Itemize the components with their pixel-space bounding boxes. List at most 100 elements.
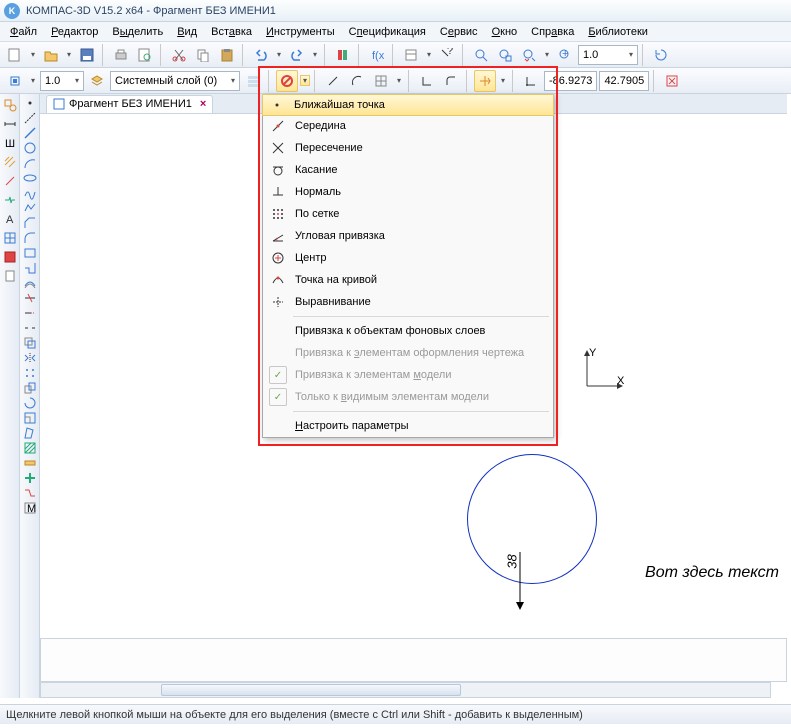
macro-tool[interactable]: M (23, 501, 37, 515)
notation-tool[interactable]: Ш (1, 134, 19, 152)
array-tool[interactable] (23, 366, 37, 380)
layers-list-button[interactable] (242, 70, 264, 92)
grid-dropdown[interactable]: ▾ (394, 76, 404, 85)
snap-center[interactable]: Центр (263, 247, 553, 269)
lib-button[interactable] (332, 44, 354, 66)
snap-toggle-button[interactable] (276, 70, 298, 92)
cut-button[interactable] (168, 44, 190, 66)
rotate-tool[interactable] (23, 396, 37, 410)
snap-nearest-point[interactable]: Ближайшая точка (262, 94, 554, 116)
coord-button[interactable] (520, 70, 542, 92)
text-tool[interactable]: A (1, 210, 19, 228)
menu-libs[interactable]: Библиотеки (582, 24, 654, 40)
snap-normal[interactable]: Нормаль (263, 181, 553, 203)
coord-y-field[interactable]: 42.7905 (599, 71, 649, 91)
extend-tool[interactable] (23, 306, 37, 320)
menu-edit[interactable]: Редактор (45, 24, 104, 40)
properties-button[interactable] (400, 44, 422, 66)
properties-dropdown[interactable]: ▾ (424, 50, 434, 59)
round-button[interactable] (440, 70, 462, 92)
horizontal-scrollbar[interactable] (40, 682, 771, 698)
dimension-tool[interactable] (1, 115, 19, 133)
arc-tool-2[interactable] (23, 156, 37, 170)
coord-x-field[interactable]: -86.9273 (544, 71, 597, 91)
redo-dropdown[interactable]: ▾ (310, 50, 320, 59)
table-tool[interactable] (1, 229, 19, 247)
layer-combo[interactable]: Системный слой (0) ▾ (110, 71, 240, 91)
break-line-tool[interactable] (23, 321, 37, 335)
measurement-tool[interactable] (23, 456, 37, 470)
menu-help[interactable]: Справка (525, 24, 580, 40)
annotation-text[interactable]: Вот здесь текст (645, 564, 779, 582)
menu-tools[interactable]: Инструменты (260, 24, 341, 40)
geometry-tool[interactable] (1, 96, 19, 114)
insert-tool[interactable] (23, 471, 37, 485)
axis-tool[interactable] (1, 172, 19, 190)
polyline-tool[interactable] (23, 201, 37, 215)
point-tool[interactable] (23, 96, 37, 110)
zoom-dropdown[interactable]: ▾ (542, 50, 552, 59)
anchor-button[interactable] (4, 70, 26, 92)
mirror-tool[interactable] (23, 351, 37, 365)
save-button[interactable] (76, 44, 98, 66)
fillet-tool[interactable] (23, 231, 37, 245)
arc-tool-button[interactable] (346, 70, 368, 92)
scrollbar-thumb[interactable] (161, 684, 461, 696)
menu-service[interactable]: Сервис (434, 24, 484, 40)
trim-tool[interactable] (23, 291, 37, 305)
zoom-dynamic-button[interactable] (518, 44, 540, 66)
rect-tool[interactable] (23, 246, 37, 260)
help-arrow-button[interactable]: ? (436, 44, 458, 66)
line-tool-button[interactable] (322, 70, 344, 92)
copy-tool[interactable] (23, 381, 37, 395)
ellipse-tool[interactable] (23, 171, 37, 185)
snap-dropdown[interactable]: ▾ (300, 75, 310, 86)
snap-angle[interactable]: Угловая привязка (263, 225, 553, 247)
menu-insert[interactable]: Вставка (205, 24, 258, 40)
open-dropdown[interactable]: ▾ (64, 50, 74, 59)
vars-button[interactable]: f(x) (366, 44, 388, 66)
menu-file[interactable]: Файл (4, 24, 43, 40)
snap-intersection[interactable]: Пересечение (263, 137, 553, 159)
redo-button[interactable] (286, 44, 308, 66)
menu-select[interactable]: Выделить (106, 24, 169, 40)
document-tab[interactable]: Фрагмент БЕЗ ИМЕНИ1 × (46, 95, 213, 113)
offset-tool[interactable] (23, 336, 37, 350)
refresh-button[interactable] (650, 44, 672, 66)
menu-view[interactable]: Вид (171, 24, 203, 40)
zoom-all-button[interactable] (470, 44, 492, 66)
hatch-tool[interactable] (1, 153, 19, 171)
scale-tool[interactable] (23, 411, 37, 425)
deform-tool[interactable] (23, 426, 37, 440)
hatch-tool-2[interactable] (23, 441, 37, 455)
new-button[interactable] (4, 44, 26, 66)
circle-tool[interactable] (23, 141, 37, 155)
segment-tool[interactable] (23, 126, 37, 140)
menu-spec[interactable]: Спецификация (343, 24, 432, 40)
spline-tool[interactable] (23, 186, 37, 200)
local-cs-dropdown[interactable]: ▾ (498, 76, 508, 85)
zoom-window-button[interactable] (494, 44, 516, 66)
undo-dropdown[interactable]: ▾ (274, 50, 284, 59)
chamfer-tool[interactable] (23, 216, 37, 230)
snap-point-on-curve[interactable]: Точка на кривой (263, 269, 553, 291)
zoom-prev-button[interactable]: + (554, 44, 576, 66)
aux-line-tool[interactable] (23, 111, 37, 125)
layer-button[interactable] (86, 70, 108, 92)
ortho-button[interactable] (416, 70, 438, 92)
circle-shape[interactable] (467, 454, 597, 584)
report-tool[interactable] (1, 267, 19, 285)
menu-window[interactable]: Окно (486, 24, 524, 40)
snap-background-layers[interactable]: Привязка к объектам фоновых слоев (263, 320, 553, 342)
copy-button[interactable] (192, 44, 214, 66)
open-button[interactable] (40, 44, 62, 66)
undo-button[interactable] (250, 44, 272, 66)
preview-button[interactable] (134, 44, 156, 66)
scale-combo[interactable]: 1.0 ▾ (40, 71, 84, 91)
grid-button[interactable] (370, 70, 392, 92)
snap-alignment[interactable]: Выравнивание (263, 291, 553, 313)
snap-configure[interactable]: Настроить параметры (263, 415, 553, 437)
anchor-dropdown[interactable]: ▾ (28, 76, 38, 85)
local-cs-button[interactable] (474, 70, 496, 92)
spec-tool[interactable] (1, 248, 19, 266)
